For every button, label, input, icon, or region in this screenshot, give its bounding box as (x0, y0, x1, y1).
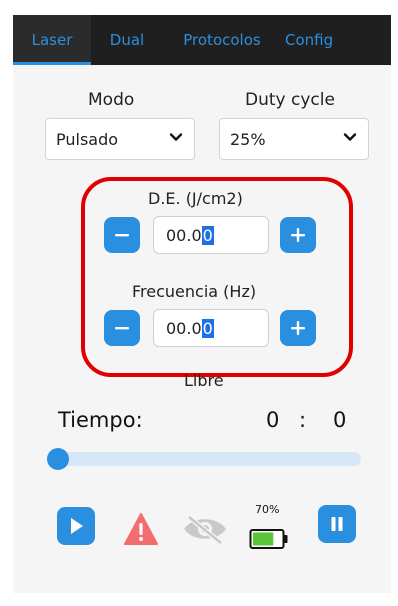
modo-select[interactable]: Pulsado (45, 118, 195, 160)
frecuencia-label: Frecuencia (Hz) (132, 282, 257, 301)
battery-percent: 70% (255, 503, 280, 516)
mode-status: Libre (184, 371, 224, 390)
tab-config[interactable]: Config (281, 15, 391, 65)
pause-button[interactable] (318, 505, 356, 543)
tiempo-label: Tiempo: (58, 408, 143, 432)
frecuencia-decrement-button[interactable] (104, 310, 140, 346)
laser-panel: Laser Dual Protocolos Config Modo Duty c… (13, 15, 391, 593)
pause-icon (331, 517, 343, 531)
de-input[interactable]: 00.0 0 (153, 216, 269, 254)
tiempo-minutes: 0 (266, 408, 280, 432)
play-button[interactable] (57, 507, 95, 545)
frecuencia-input[interactable]: 00.0 0 (153, 309, 269, 347)
chevron-down-icon (342, 129, 358, 149)
de-value: 00.0 (166, 225, 202, 245)
tab-protocolos[interactable]: Protocolos (163, 15, 281, 65)
tiempo-seconds: 0 (333, 408, 347, 432)
plus-icon (291, 321, 305, 335)
duty-cycle-label: Duty cycle (245, 90, 335, 110)
warning-icon (124, 513, 158, 545)
time-slider-track[interactable] (49, 452, 361, 466)
modo-label: Modo (88, 90, 135, 110)
battery-icon (249, 529, 288, 549)
minus-icon (115, 234, 129, 237)
frecuencia-value: 00.0 (166, 318, 202, 338)
de-decrement-button[interactable] (104, 217, 140, 253)
time-slider-thumb[interactable] (47, 448, 69, 470)
play-icon (71, 518, 83, 534)
tab-bar: Laser Dual Protocolos Config (13, 15, 391, 65)
frecuencia-increment-button[interactable] (280, 310, 316, 346)
minus-icon (115, 327, 129, 330)
modo-value: Pulsado (56, 129, 119, 149)
frecuencia-value-selected: 0 (201, 318, 214, 338)
chevron-down-icon (168, 129, 184, 149)
de-increment-button[interactable] (280, 217, 316, 253)
duty-cycle-value: 25% (230, 129, 266, 149)
eye-slash-icon[interactable] (181, 513, 229, 545)
plus-icon (291, 228, 305, 242)
de-label: D.E. (J/cm2) (148, 189, 243, 208)
duty-cycle-select[interactable]: 25% (219, 118, 369, 160)
tiempo-separator: : (299, 408, 307, 432)
de-value-selected: 0 (201, 225, 214, 245)
tab-laser[interactable]: Laser (13, 15, 91, 65)
tab-dual[interactable]: Dual (91, 15, 163, 65)
